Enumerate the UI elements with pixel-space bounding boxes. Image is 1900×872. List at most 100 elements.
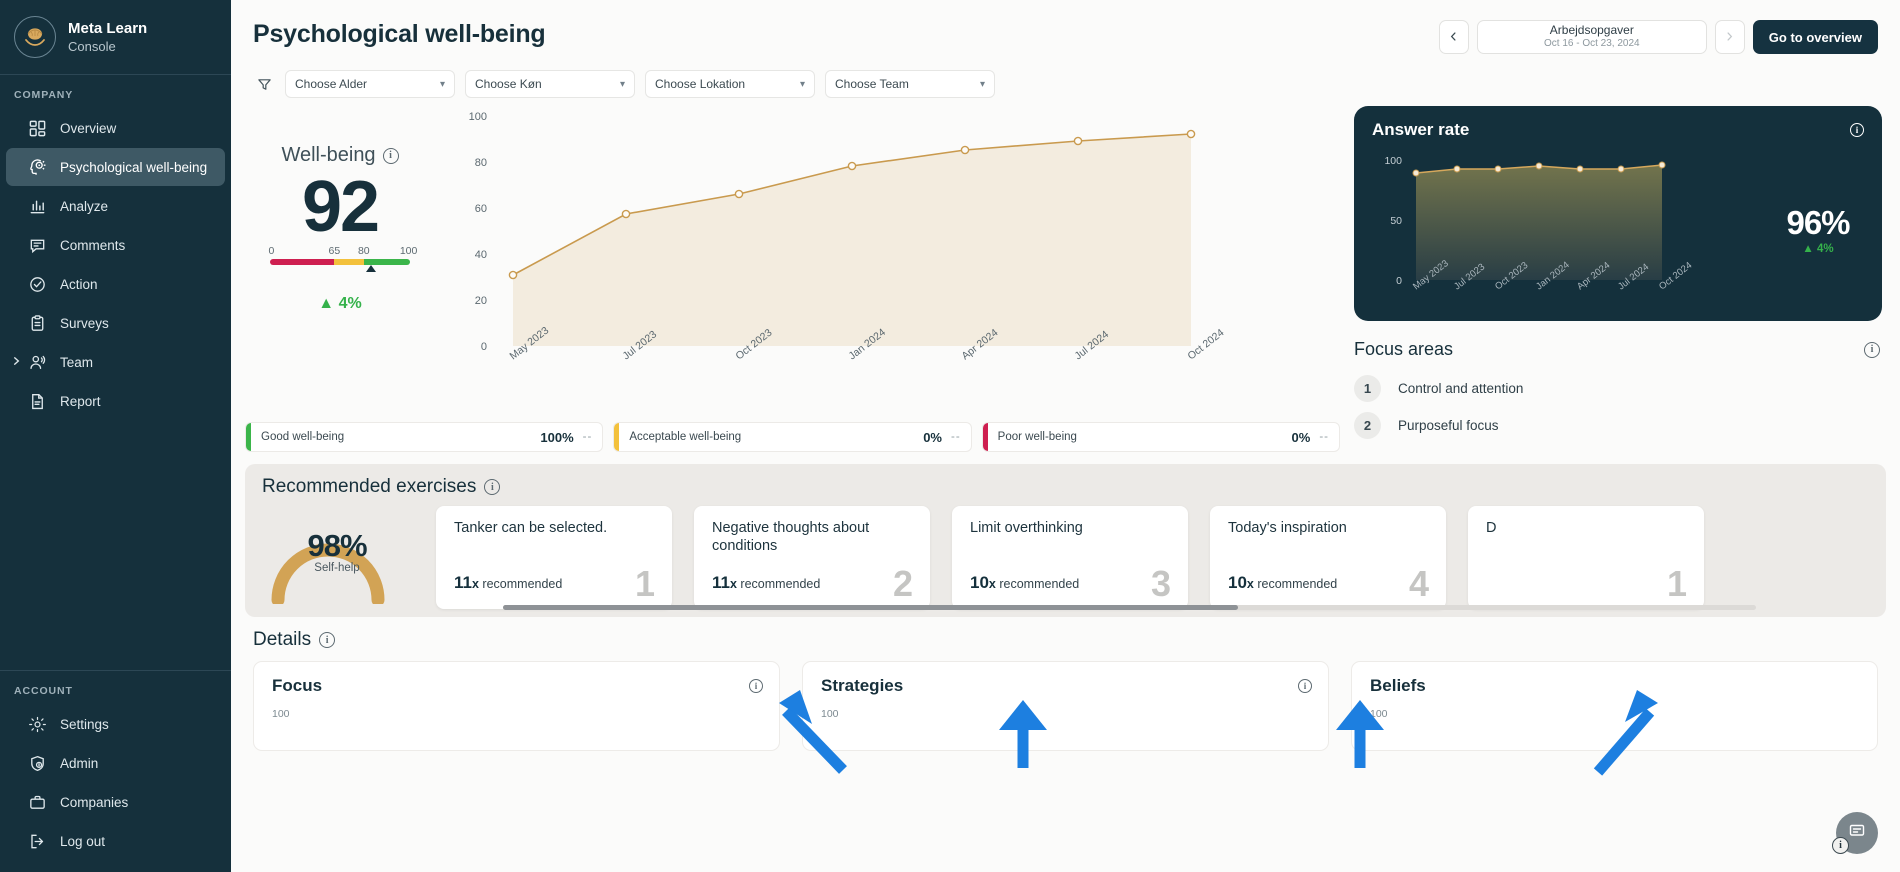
info-icon[interactable]: i — [484, 479, 500, 495]
legend-item-acceptable[interactable]: Acceptable well-being 0% -- — [613, 422, 971, 452]
bar-chart-icon — [28, 197, 47, 216]
self-help-label: Self-help — [262, 562, 412, 574]
svg-text:80: 80 — [475, 157, 487, 169]
chat-widget-button[interactable]: i — [1836, 812, 1878, 854]
info-icon[interactable]: i — [1832, 837, 1849, 854]
legend-item-poor[interactable]: Poor well-being 0% -- — [982, 422, 1340, 452]
exercise-rank: 2 — [893, 563, 913, 605]
detail-card-axis-top: 100 — [1370, 708, 1861, 720]
info-icon[interactable]: i — [1298, 679, 1312, 693]
filter-select-value: Choose Køn — [475, 77, 542, 91]
chevron-right-icon[interactable] — [11, 355, 22, 370]
sidebar-item-settings[interactable]: Settings — [6, 705, 225, 743]
svg-text:0: 0 — [1396, 275, 1402, 287]
wellbeing-score-box: Well-being i 92 0 65 80 100 — [245, 106, 435, 313]
exercise-count-suffix: x — [989, 577, 996, 591]
sidebar-item-companies[interactable]: Companies — [6, 783, 225, 821]
sidebar-account-block: ACCOUNT Settings — [0, 671, 231, 872]
scale-tick: 80 — [358, 245, 370, 257]
recommended-exercise-cards: Tanker can be selected. 11x recommended … — [436, 502, 1704, 609]
exercise-meta: 10x recommended — [1228, 573, 1337, 593]
recommended-exercises-body: 98% Self-help Tanker can be selected. 11… — [262, 502, 1886, 609]
legend-trend: -- — [942, 431, 971, 443]
filter-select-team[interactable]: Choose Team ▾ — [825, 70, 995, 98]
detail-card-strategies[interactable]: Strategies i 100 — [802, 661, 1329, 751]
sidebar-item-label: Team — [60, 355, 93, 370]
exercise-recommended-label: recommended — [999, 577, 1079, 591]
brand-subtitle: Console — [68, 39, 147, 55]
detail-card-beliefs[interactable]: Beliefs 100 — [1351, 661, 1878, 751]
answer-rate-svg: 100 50 0 — [1372, 140, 1772, 318]
info-icon[interactable]: i — [1850, 123, 1864, 137]
answer-rate-delta-value: 4% — [1817, 243, 1834, 255]
exercise-card[interactable]: Negative thoughts about conditions 11x r… — [694, 506, 930, 609]
sidebar-item-log-out[interactable]: Log out — [6, 822, 225, 860]
exercise-meta: 11x recommended — [712, 573, 820, 593]
users-icon — [28, 353, 47, 372]
legend-item-good[interactable]: Good well-being 100% -- — [245, 422, 603, 452]
self-help-gauge-text: 98% Self-help — [262, 528, 412, 574]
chevron-down-icon: ▾ — [620, 79, 625, 90]
sidebar-item-overview[interactable]: Overview — [6, 109, 225, 147]
exercise-card[interactable]: Today's inspiration 10x recommended 4 — [1210, 506, 1446, 609]
info-icon[interactable]: i — [749, 679, 763, 693]
sidebar-item-psychological-well-being[interactable]: Psychological well-being — [6, 148, 225, 186]
svg-text:20: 20 — [475, 295, 487, 307]
trend-up-icon: ▲ — [1802, 243, 1813, 255]
prev-period-button[interactable] — [1439, 20, 1469, 54]
sidebar-item-label: Analyze — [60, 199, 108, 214]
sidebar-item-comments[interactable]: Comments — [6, 226, 225, 264]
sidebar-item-surveys[interactable]: Surveys — [6, 304, 225, 342]
brand[interactable]: Meta Learn Console — [0, 0, 231, 74]
wellbeing-scale-marker — [270, 265, 410, 275]
scale-tick: 100 — [400, 245, 418, 257]
recommended-exercises-scrollbar[interactable] — [503, 605, 1756, 610]
scrollbar-thumb[interactable] — [503, 605, 1238, 610]
recommended-exercises-header: Recommended exercises i — [262, 476, 1886, 498]
exercise-recommended-label: recommended — [1257, 577, 1337, 591]
exercise-count: 10 — [1228, 573, 1247, 592]
focus-area-item[interactable]: 2 Purposeful focus — [1354, 407, 1882, 444]
sidebar-item-label: Settings — [60, 717, 109, 732]
sidebar-item-analyze[interactable]: Analyze — [6, 187, 225, 225]
detail-card-focus[interactable]: Focus i 100 — [253, 661, 780, 751]
dashboard-row-top: Well-being i 92 0 65 80 100 — [231, 98, 1900, 452]
exercise-count: 11 — [712, 573, 730, 592]
filter-select-lokation[interactable]: Choose Lokation ▾ — [645, 70, 815, 98]
exercise-card[interactable]: D 1 — [1468, 506, 1704, 609]
sidebar-nav-company: Overview Psychological well-being — [0, 109, 231, 420]
focus-area-item[interactable]: 1 Control and attention — [1354, 370, 1882, 407]
svg-text:Oct 2024: Oct 2024 — [1185, 327, 1226, 363]
sidebar-item-action[interactable]: Action — [6, 265, 225, 303]
filter-select-kon[interactable]: Choose Køn ▾ — [465, 70, 635, 98]
detail-card-axis-top: 100 — [272, 708, 763, 720]
go-to-overview-button[interactable]: Go to overview — [1753, 20, 1878, 54]
exercise-title: D — [1486, 519, 1690, 537]
chevron-down-icon: ▾ — [440, 79, 445, 90]
sidebar-item-report[interactable]: Report — [6, 382, 225, 420]
exercise-card[interactable]: Tanker can be selected. 11x recommended … — [436, 506, 672, 609]
filter-select-alder[interactable]: Choose Alder ▾ — [285, 70, 455, 98]
wellbeing-delta-value: 4% — [339, 295, 362, 312]
sidebar-item-team[interactable]: Team — [6, 343, 225, 381]
right-panel: Answer rate i 100 — [1340, 106, 1900, 452]
grid-icon — [28, 119, 47, 138]
info-icon[interactable]: i — [319, 632, 335, 648]
sidebar-item-admin[interactable]: Admin — [6, 744, 225, 782]
exercise-card[interactable]: Limit overthinking 10x recommended 3 — [952, 506, 1188, 609]
filter-select-value: Choose Team — [835, 77, 909, 91]
filter-bar: Choose Alder ▾ Choose Køn ▾ Choose Lokat… — [231, 64, 1900, 98]
scale-tick: 0 — [268, 245, 274, 257]
info-icon[interactable]: i — [1864, 342, 1880, 358]
legend-label: Good well-being — [251, 431, 344, 443]
sidebar-item-label: Admin — [60, 756, 98, 771]
focus-areas-header: Focus areas i — [1354, 321, 1882, 370]
wellbeing-delta: ▲ 4% — [245, 295, 435, 313]
info-icon[interactable]: i — [383, 148, 399, 164]
next-period-button[interactable] — [1715, 20, 1745, 54]
brand-title: Meta Learn — [68, 20, 147, 38]
wellbeing-scale-ticks: 0 65 80 100 — [270, 245, 410, 259]
date-range-selector[interactable]: Arbejdsopgaver Oct 16 - Oct 23, 2024 — [1477, 20, 1707, 54]
logout-icon — [28, 832, 47, 851]
detail-card-axis-top: 100 — [821, 708, 1312, 720]
